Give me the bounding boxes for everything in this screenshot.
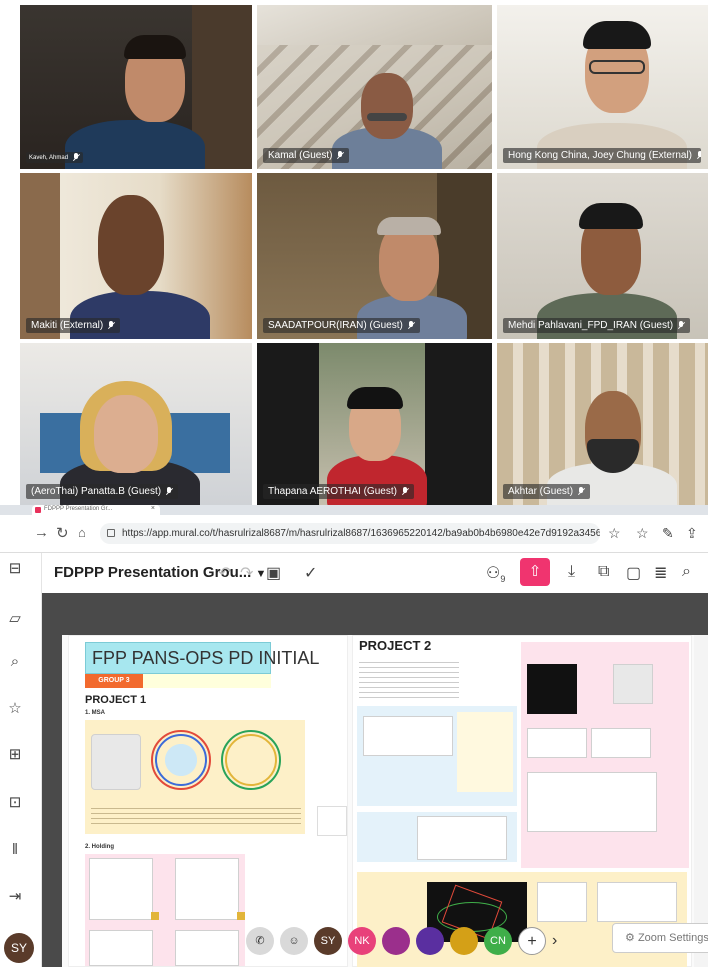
participant-avatar[interactable]: CN [484,927,512,955]
participant-name: Kaveh, Ahmad [26,152,84,163]
upload-icon: ⇧ [528,563,542,580]
video-tile[interactable]: Hong Kong China, Joey Chung (External) [497,5,708,169]
chevron-right-icon[interactable]: › [552,932,557,950]
group-tag: GROUP 3 [85,674,143,688]
undo-icon[interactable]: ↶ [218,563,231,583]
participants-icon[interactable]: ⚇9 [486,563,505,584]
participant-avatar[interactable] [382,927,410,955]
participant-name: Makiti (External) [26,318,121,333]
redo-icon[interactable]: ↷ [240,563,253,583]
address-bar[interactable]: https://app.mural.co/t/hasrulrizal8687/m… [100,523,600,544]
chat-icon[interactable]: ▢ [626,563,641,583]
user-avatar[interactable]: SY [4,933,34,963]
browser-tab[interactable]: FDPPP Presentation Gr... × [32,505,160,515]
video-tile[interactable]: Akhtar (Guest) [497,343,708,505]
msa-diagrams-note [85,720,305,834]
participant-avatar[interactable] [450,927,478,955]
participant-name: Akhtar (Guest) [503,484,591,499]
mural-app: ⊟ ▱ ⌕ ☆ ⊞ ⊡ ‖ ⇥ SY FDPPP Presentation Gr… [0,553,708,967]
participant-avatar[interactable]: SY [314,927,342,955]
search-icon[interactable]: ⌕ [5,653,25,673]
exit-icon[interactable]: ⇥ [5,887,25,907]
emoji-icon[interactable]: ☺ [280,927,308,955]
project-2-frame: PROJECT 2 [352,635,692,967]
holding-heading: 2. Holding [85,844,114,850]
browser-tab-strip: FDPPP Presentation Gr... × [0,505,708,515]
mural-favicon-icon [35,507,41,513]
mural-left-toolbar: ⊟ ▱ ⌕ ☆ ⊞ ⊡ ‖ ⇥ SY [0,553,42,967]
star-icon[interactable]: ☆ [5,699,25,719]
project-2-title: PROJECT 2 [359,638,432,653]
project-1-frame: FPP PANS-OPS PD INITIAL GROUP 3 PROJECT … [68,635,348,967]
library-icon[interactable]: ‖ [5,841,25,861]
frame-icon[interactable]: ⊞ [5,745,25,765]
image-icon[interactable]: ⊡ [5,793,25,813]
sticky-note-icon[interactable]: ▱ [5,609,25,629]
video-tile[interactable]: Makiti (External) [20,173,252,339]
video-tile[interactable]: SAADATPOUR(IRAN) (Guest) [257,173,492,339]
small-note [317,806,347,836]
favorites-icon[interactable]: ☆ [636,525,649,542]
participant-name: Hong Kong China, Joey Chung (External) [503,148,702,163]
video-grid: Kaveh, Ahmad Kamal (Guest) Hong Kong Chi… [20,5,708,505]
participant-avatar[interactable]: NK [348,927,376,955]
chart-image [91,734,141,790]
video-tile[interactable]: Kamal (Guest) [257,5,492,169]
pen-icon[interactable]: ✎ [662,525,674,542]
mural-header: FDPPP Presentation Grou... ▼ ↶ ↷ ▣ ✓ ⚇9 … [42,553,708,593]
holding-area [85,854,245,966]
microphone-muted-icon [72,153,80,162]
project-2-right-area [521,642,689,868]
home-icon[interactable]: ⌂ [78,525,86,540]
comments-icon[interactable]: ⧉ [598,563,609,581]
video-tile[interactable]: Kaveh, Ahmad [20,5,252,169]
mural-board: FPP PANS-OPS PD INITIAL GROUP 3 PROJECT … [62,635,708,967]
project-2-note [357,706,517,806]
participant-avatar[interactable] [416,927,444,955]
download-icon[interactable]: ⤓ [568,563,575,581]
outline-icon[interactable]: ⌕ [682,563,691,581]
mural-canvas[interactable]: FPP PANS-OPS PD INITIAL GROUP 3 PROJECT … [42,593,708,967]
participant-name: (AeroThai) Panatta.B (Guest) [26,484,179,499]
microphone-muted-icon [577,487,585,496]
gear-icon: ⚙ [625,932,635,944]
video-tile[interactable]: Thapana AEROTHAI (Guest) [257,343,492,505]
screen: Kaveh, Ahmad Kamal (Guest) Hong Kong Chi… [0,0,708,967]
expand-sidebar-icon[interactable]: ⊟ [5,559,25,579]
browser-toolbar: → ↻ ⌂ https://app.mural.co/t/hasrulrizal… [0,515,708,553]
close-tab-icon[interactable]: × [151,505,155,512]
microphone-muted-icon [165,487,173,496]
participant-name: SAADATPOUR(IRAN) (Guest) [263,318,420,333]
page-info-icon [107,529,115,537]
refresh-icon[interactable]: ↻ [56,524,69,542]
phone-icon[interactable]: ✆ [246,927,274,955]
video-tile[interactable]: (AeroThai) Panatta.B (Guest) [20,343,252,505]
favorite-star-icon[interactable]: ☆ [608,525,621,542]
chevron-down-icon[interactable]: ▼ [255,568,266,580]
microphone-muted-icon [677,321,685,330]
participant-name: Kamal (Guest) [263,148,350,163]
participant-name: Thapana AEROTHAI (Guest) [263,484,414,499]
group-members-note [143,674,271,688]
microphone-muted-icon [107,321,115,330]
checkmark-icon[interactable]: ✓ [304,563,317,583]
microphone-muted-icon [401,487,409,496]
call-dock: ✆ ☺ SY NK CN + › [246,923,557,959]
share-page-icon[interactable]: ⇪ [686,525,698,542]
msa-heading: 1. MSA [85,710,106,716]
project-1-title: PROJECT 1 [85,694,147,706]
title-banner: FPP PANS-OPS PD INITIAL [85,642,319,674]
share-button[interactable]: ⇧ [520,558,550,586]
mural-title[interactable]: FDPPP Presentation Grou... ▼ [54,564,266,581]
microphone-muted-icon [407,321,415,330]
save-icon[interactable]: ▣ [266,563,281,583]
zoom-settings-button[interactable]: ⚙ Zoom Settings [612,923,708,953]
participant-name: Mehdi Pahlavani_FPD_IRAN (Guest) [503,318,691,333]
activity-icon[interactable]: ≣ [654,563,667,583]
back-icon[interactable]: → [34,524,49,541]
video-tile[interactable]: Mehdi Pahlavani_FPD_IRAN (Guest) [497,173,708,339]
add-participant-icon[interactable]: + [518,927,546,955]
microphone-muted-icon [336,151,344,160]
